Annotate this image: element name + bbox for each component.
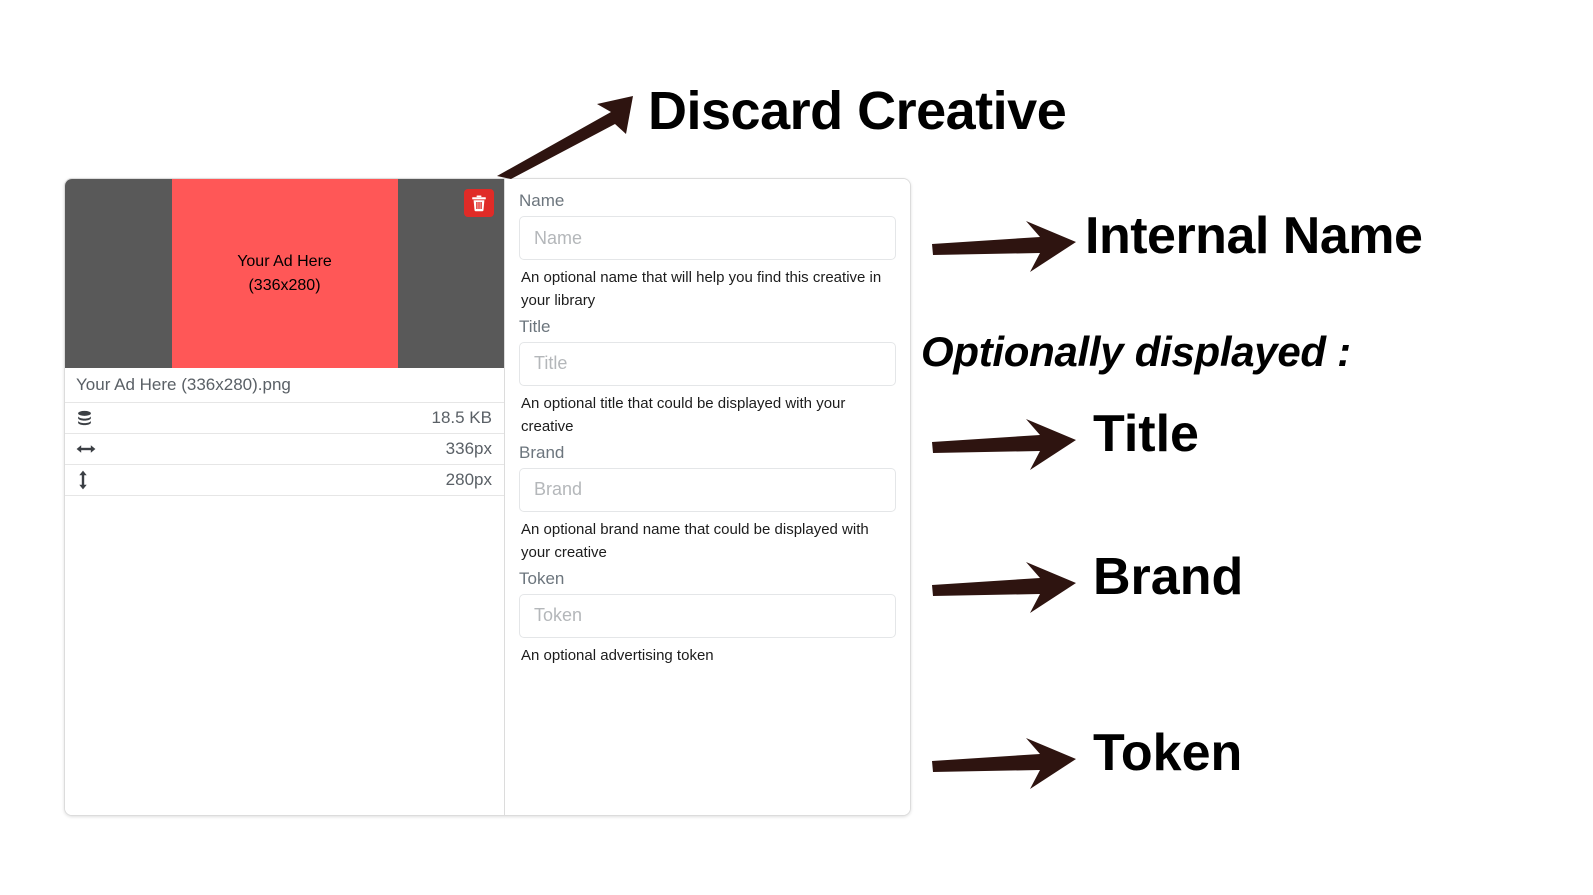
- ad-banner: Your Ad Here (336x280): [171, 179, 398, 368]
- token-input[interactable]: [519, 593, 896, 638]
- annotation-brand: Brand: [1093, 548, 1244, 606]
- database-icon: [76, 410, 93, 427]
- token-field-label: Token: [519, 568, 565, 588]
- arrow-to-token-field: [932, 738, 1076, 789]
- discard-creative-button[interactable]: [464, 189, 494, 217]
- arrow-to-brand-field: [932, 562, 1076, 613]
- annotation-internal-name: Internal Name: [1085, 207, 1423, 265]
- trash-icon: [471, 195, 487, 212]
- name-field-help: An optional name that will help you find…: [521, 269, 882, 309]
- ad-banner-headline: Your Ad Here: [237, 252, 332, 270]
- meta-row-height: 280px: [65, 465, 504, 496]
- title-field-help: An optional title that could be displaye…: [521, 394, 846, 435]
- arrows-vertical-icon: [76, 470, 90, 490]
- brand-input[interactable]: [519, 467, 896, 512]
- annotation-title: Title: [1093, 405, 1199, 463]
- name-field-label: Name: [519, 191, 565, 210]
- meta-row-file-size: 18.5 KB: [65, 403, 504, 434]
- title-input[interactable]: [519, 341, 896, 386]
- file-size-value: 18.5 KB: [431, 408, 493, 427]
- brand-field-help: An optional brand name that could be dis…: [521, 520, 869, 561]
- arrow-to-name-field: [932, 221, 1076, 272]
- arrow-to-title-field: [932, 419, 1076, 470]
- annotation-token: Token: [1093, 724, 1243, 782]
- creative-file-name: Your Ad Here (336x280).png: [65, 368, 504, 403]
- title-field-label: Title: [519, 316, 551, 336]
- meta-row-width: 336px: [65, 434, 504, 465]
- arrow-to-discard-button: [497, 96, 633, 179]
- token-field-help: An optional advertising token: [521, 646, 714, 664]
- height-value: 280px: [445, 470, 492, 489]
- creative-form-pane: Name An optional name that will help you…: [505, 179, 910, 815]
- annotation-discard-creative: Discard Creative: [648, 81, 1067, 141]
- creative-preview-pane: Your Ad Here (336x280) Your Ad Here (336…: [65, 179, 505, 815]
- field-group-title: Title An optional title that could be di…: [519, 317, 896, 439]
- preview-pane-filler: [65, 496, 504, 815]
- ad-preview-image: Your Ad Here (336x280): [65, 179, 504, 368]
- field-group-token: Token An optional advertising token: [519, 569, 896, 668]
- arrows-horizontal-icon: [76, 442, 96, 456]
- ad-banner-size-label: (336x280): [248, 276, 321, 294]
- field-group-name: Name An optional name that will help you…: [519, 191, 896, 313]
- creative-card: Your Ad Here (336x280) Your Ad Here (336…: [64, 178, 911, 816]
- width-value: 336px: [445, 439, 492, 458]
- field-group-brand: Brand An optional brand name that could …: [519, 443, 896, 565]
- brand-field-label: Brand: [519, 442, 565, 462]
- name-input[interactable]: [519, 216, 896, 260]
- annotation-optionally-displayed: Optionally displayed :: [921, 328, 1351, 375]
